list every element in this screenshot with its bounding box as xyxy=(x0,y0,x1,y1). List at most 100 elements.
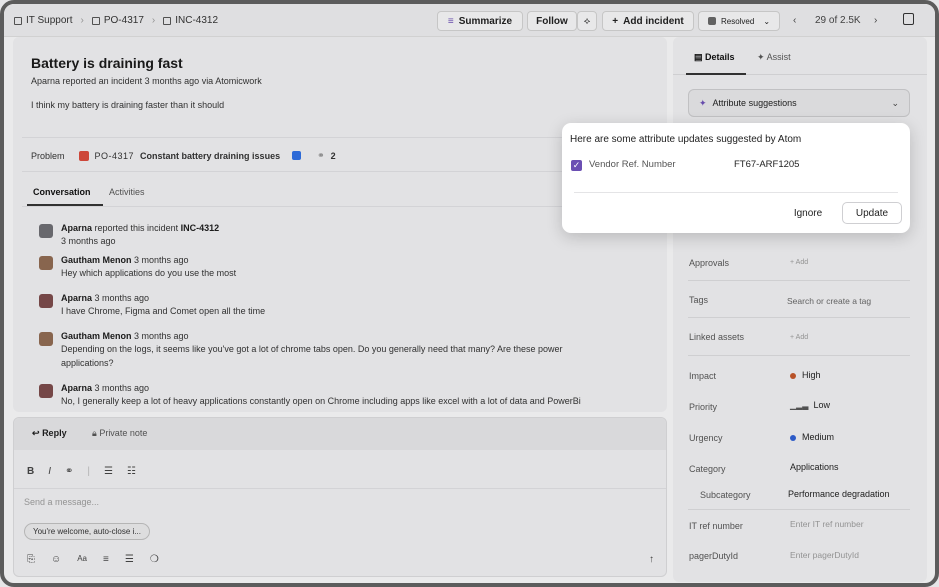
update-button[interactable]: Update xyxy=(842,202,902,224)
reply-composer: ↩ Reply 🔒︎ Private note B I ⚭ | ☰ ☷ Send… xyxy=(13,417,667,577)
send-icon[interactable]: ↑ xyxy=(649,554,654,565)
composer-actions: ⎘ ☺ Aa ≡ ☰ ❍ xyxy=(27,554,159,565)
summarize-button[interactable]: ≡ Summarize xyxy=(437,11,523,31)
suggested-reply-chip[interactable]: You're welcome, auto-close i... xyxy=(24,523,150,540)
details-label: Details xyxy=(705,52,735,62)
popover-title: Here are some attribute updates suggeste… xyxy=(570,134,802,145)
top-bar: IT Support › PO-4317 › INC-4312 ≡ Summar… xyxy=(4,4,935,37)
pagerdutyid-input[interactable]: Enter pagerDutyId xyxy=(790,550,859,560)
numbered-list-icon[interactable]: ☷ xyxy=(127,466,136,477)
next-icon[interactable]: › xyxy=(874,15,877,26)
divider: | xyxy=(87,466,91,477)
tab-conversation[interactable]: Conversation xyxy=(33,187,91,197)
message-time: 3 months ago xyxy=(134,331,189,341)
field-label-pagerdutyid: pagerDutyId xyxy=(689,551,739,561)
urgency-value: Medium xyxy=(802,432,835,442)
field-label-tags: Tags xyxy=(689,295,709,305)
problem-icon xyxy=(78,150,89,161)
link-icon[interactable]: ⚭ xyxy=(65,466,73,477)
breadcrumb-item-problem[interactable]: PO-4317 xyxy=(104,15,144,26)
previous-icon[interactable]: ‹ xyxy=(793,15,796,26)
breadcrumb: IT Support › PO-4317 › INC-4312 xyxy=(14,15,218,26)
tab-assist[interactable]: ✦ Assist xyxy=(757,52,791,63)
message-time: 3 months ago xyxy=(61,236,116,246)
suggestion-checkbox[interactable]: ✓ xyxy=(571,160,582,171)
impact-select[interactable]: High xyxy=(790,370,821,380)
pager-text: 29 of 2.5K xyxy=(815,15,861,26)
formatting-toolbar: B I ⚭ | ☰ ☷ xyxy=(27,466,136,477)
incident-ref[interactable]: INC-4312 xyxy=(181,223,220,233)
chevron-right-icon: › xyxy=(151,15,156,26)
it-ref-number-input[interactable]: Enter IT ref number xyxy=(790,519,864,529)
follow-button[interactable]: Follow xyxy=(527,11,577,31)
linked-assets-add-button[interactable]: + Add xyxy=(790,334,808,341)
breadcrumb-item-incident[interactable]: INC-4312 xyxy=(175,15,218,26)
follow-label: Follow xyxy=(536,15,568,27)
bell-off-icon: ⟡ xyxy=(583,15,591,27)
tab-details[interactable]: ▤ Details xyxy=(694,52,735,63)
plus-icon: + xyxy=(612,15,619,27)
composer-tabs: ↩ Reply 🔒︎ Private note xyxy=(14,418,666,450)
divider xyxy=(688,509,910,510)
tab-activities[interactable]: Activities xyxy=(109,187,145,197)
author-name[interactable]: Gautham Menon xyxy=(61,331,132,341)
problem-label: Problem xyxy=(31,150,65,161)
list-icon[interactable]: ☰ xyxy=(125,554,134,565)
summarize-icon: ≡ xyxy=(447,15,454,27)
tags-input[interactable]: Search or create a tag xyxy=(787,296,871,306)
avatar xyxy=(39,256,53,270)
attachment-icon[interactable]: ⎘ xyxy=(27,554,35,565)
subcategory-select[interactable]: Performance degradation xyxy=(788,489,890,499)
suggestion-field-name: Vendor Ref. Number xyxy=(589,159,676,170)
emoji-icon[interactable]: ☺ xyxy=(51,554,61,565)
link-icon: ⚭ xyxy=(317,150,325,160)
message-time: 3 months ago xyxy=(134,255,189,265)
category-select[interactable]: Applications xyxy=(790,462,839,472)
problem-id[interactable]: PO-4317 xyxy=(95,151,135,161)
avatar xyxy=(39,384,53,398)
attribute-suggestions-label: Attribute suggestions xyxy=(712,98,797,108)
add-incident-label: Add incident xyxy=(623,15,684,27)
author-name[interactable]: Aparna xyxy=(61,223,92,233)
message-time: 3 months ago xyxy=(94,293,150,303)
field-label-impact: Impact xyxy=(689,371,717,381)
status-dropdown[interactable]: Resolved ⌄ xyxy=(698,11,780,31)
urgency-select[interactable]: Medium xyxy=(790,432,834,442)
approvals-add-button[interactable]: + Add xyxy=(790,259,808,266)
divider xyxy=(688,317,910,318)
field-label-priority: Priority xyxy=(689,402,718,412)
reported-line: Aparna reported an incident 3 months ago… xyxy=(31,76,262,86)
reported-via: via Atomicwork xyxy=(201,76,262,86)
reported-time: 3 months ago xyxy=(144,76,200,86)
chevron-down-icon: ⌄ xyxy=(891,98,899,108)
message-input[interactable]: Send a message... xyxy=(24,497,99,507)
tab-private-note[interactable]: 🔒︎ Private note xyxy=(92,428,147,439)
reply-label: Reply xyxy=(42,428,67,438)
ignore-button[interactable]: Ignore xyxy=(780,202,836,224)
problem-icon xyxy=(91,16,100,25)
breadcrumb-item-it-support[interactable]: IT Support xyxy=(26,15,73,26)
reporter-name[interactable]: Aparna xyxy=(31,76,60,86)
event-text: reported this incident xyxy=(94,223,179,233)
italic-icon[interactable]: I xyxy=(48,466,51,477)
attribute-suggestions-dropdown[interactable]: ✦ Attribute suggestions ⌄ xyxy=(688,89,910,117)
sidebar-toggle-icon[interactable] xyxy=(903,13,914,25)
tab-reply[interactable]: ↩ Reply xyxy=(32,428,67,439)
incident-description: I think my battery is draining faster th… xyxy=(31,100,225,110)
divider xyxy=(688,280,910,281)
bold-icon[interactable]: B xyxy=(27,466,34,477)
checklist-icon[interactable]: ≡ xyxy=(103,554,109,565)
author-name[interactable]: Gautham Menon xyxy=(61,255,132,265)
bulleted-list-icon[interactable]: ☰ xyxy=(104,466,113,477)
details-icon: ▤ xyxy=(694,52,703,62)
author-name[interactable]: Aparna xyxy=(61,383,92,393)
divider xyxy=(688,355,910,356)
unfollow-icon-button[interactable]: ⟡ xyxy=(577,11,597,31)
canned-response-icon[interactable]: ❍ xyxy=(150,554,159,565)
problem-title[interactable]: Constant battery draining issues xyxy=(140,151,280,161)
priority-select[interactable]: ▁▂▃ Low xyxy=(790,400,830,410)
author-name[interactable]: Aparna xyxy=(61,293,92,303)
add-incident-button[interactable]: + Add incident xyxy=(602,11,694,31)
checkbox-icon xyxy=(707,17,716,25)
text-style-icon[interactable]: Aa xyxy=(77,554,87,565)
